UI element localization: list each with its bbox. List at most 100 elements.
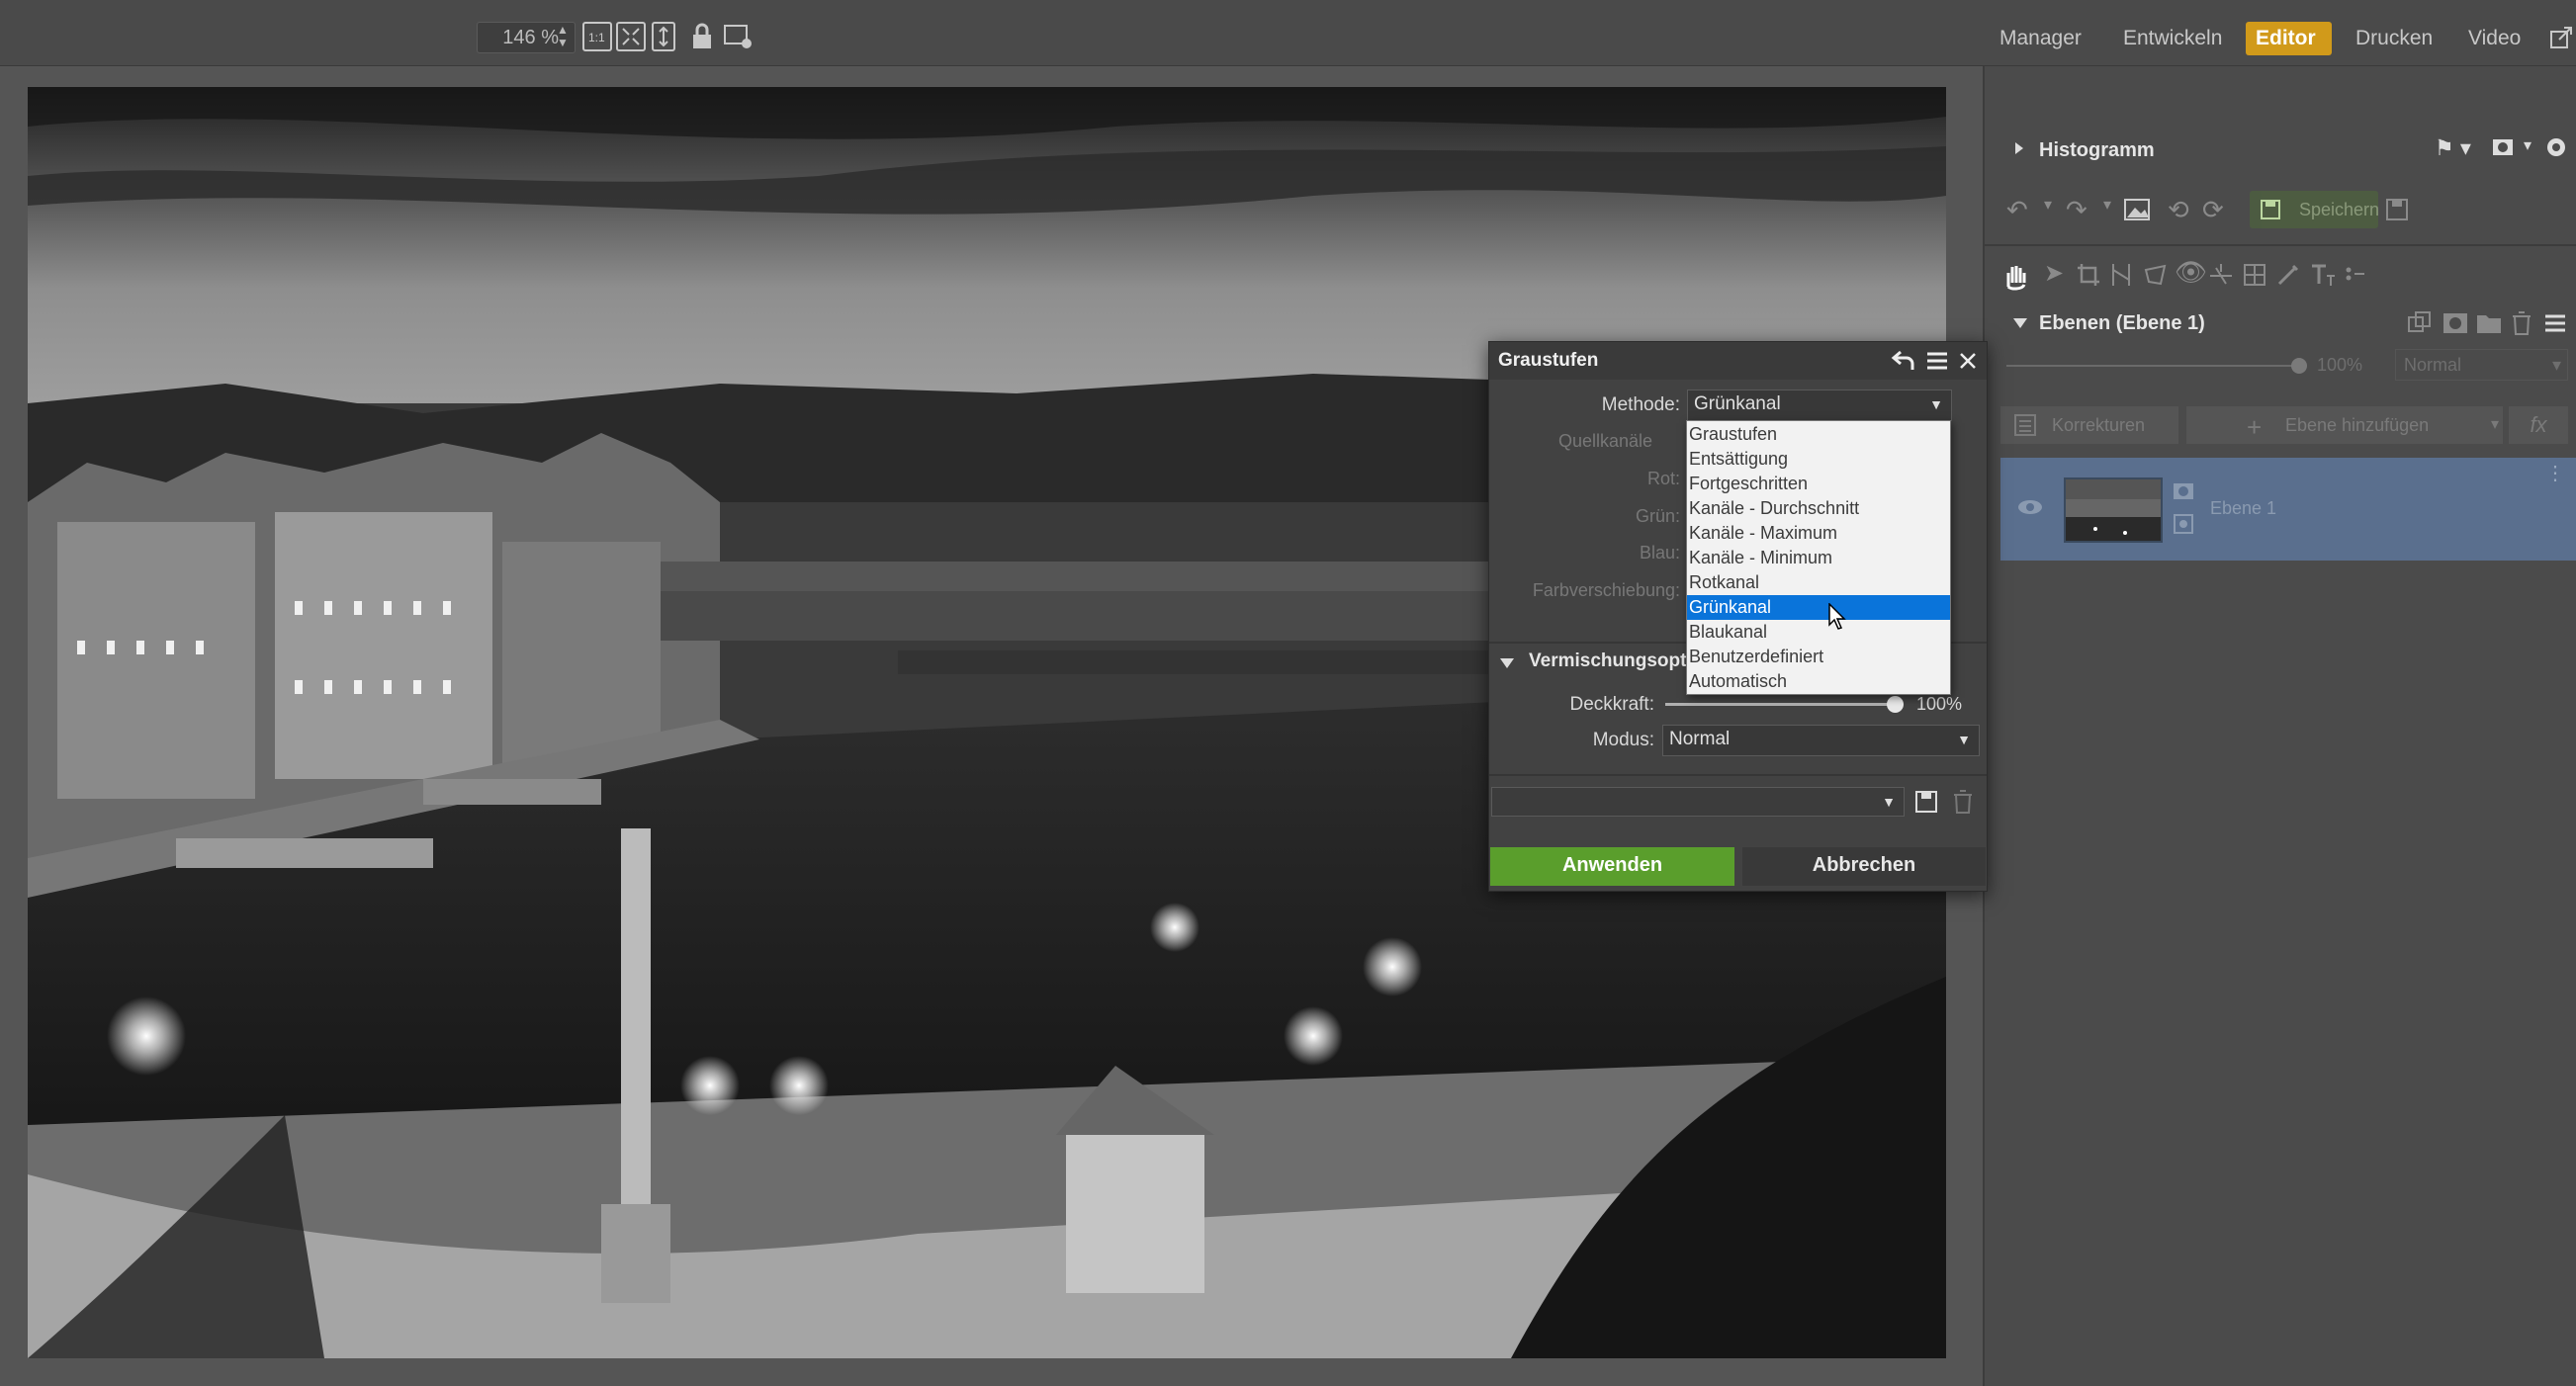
select-tool-icon[interactable]: ➤ <box>2044 259 2064 288</box>
add-layer-button[interactable]: Ebene hinzufügen <box>2186 406 2503 444</box>
layer-more-icon[interactable]: ⋮ <box>2545 464 2565 483</box>
option-automatisch[interactable]: Automatisch <box>1687 669 1950 694</box>
redo-icon[interactable]: ↷ <box>2066 195 2087 225</box>
cancel-button[interactable]: Abbrechen <box>1742 847 1986 886</box>
brush-tool-icon[interactable] <box>2275 262 2301 288</box>
corrections-icon <box>2014 414 2036 436</box>
visibility-eye-icon[interactable] <box>2016 495 2044 519</box>
opacity-slider-handle[interactable] <box>1887 696 1904 713</box>
layer-name[interactable]: Ebene 1 <box>2210 498 2276 519</box>
reset-icon[interactable] <box>1891 348 1916 374</box>
method-select[interactable]: Grünkanal ▼ <box>1687 390 1952 421</box>
fit-height-icon[interactable] <box>652 22 675 51</box>
close-icon[interactable] <box>1957 350 1979 372</box>
option-kanaele-durchschnitt[interactable]: Kanäle - Durchschnitt <box>1687 496 1950 521</box>
option-kanaele-minimum[interactable]: Kanäle - Minimum <box>1687 546 1950 570</box>
option-fortgeschritten[interactable]: Fortgeschritten <box>1687 472 1950 496</box>
layer-effects-icon[interactable] <box>2173 513 2194 535</box>
mode-entwickeln[interactable]: Entwickeln <box>2113 22 2232 55</box>
opacity-label: Deckkraft: <box>1569 694 1654 715</box>
mode-label: Modus: <box>1592 730 1654 750</box>
expand-arrow-icon[interactable] <box>2012 141 2027 156</box>
crop-tool-icon[interactable] <box>2076 262 2101 288</box>
zoom-spinner[interactable]: ▲ ▼ <box>556 24 570 51</box>
dialog-menu-icon[interactable] <box>1926 350 1948 372</box>
histogram-options-icon[interactable]: ⚑ ▾ <box>2435 135 2471 161</box>
chevron-down-icon: ▼ <box>1957 732 1971 747</box>
text-tool-icon[interactable] <box>2309 262 2337 288</box>
source-channels-label: Quellkanäle <box>1557 431 1652 451</box>
option-rotkanal[interactable]: Rotkanal <box>1687 570 1950 595</box>
mode-select[interactable]: Normal ▼ <box>1662 725 1980 756</box>
method-label: Methode: <box>1601 394 1680 415</box>
red-eye-tool-icon[interactable]: 👁 <box>2175 257 2207 288</box>
divider <box>1489 774 1987 776</box>
apply-button[interactable]: Anwenden <box>1490 847 1734 886</box>
hand-tool-icon[interactable] <box>2000 261 2030 291</box>
histogram-title[interactable]: Histogramm <box>2039 139 2155 162</box>
right-panel: Histogramm ⚑ ▾ ▾ ↶ ▾ ↷ ▾ ⟲ ⟳ Speichern ➤… <box>1983 66 2576 1386</box>
mode-manager[interactable]: Manager <box>1990 22 2091 55</box>
mode-video[interactable]: Video <box>2458 22 2531 55</box>
collapse-arrow-icon[interactable] <box>2012 316 2028 330</box>
option-entsaettigung[interactable]: Entsättigung <box>1687 447 1950 472</box>
chevron-down-icon[interactable]: ▾ <box>2491 414 2499 434</box>
option-blaukanal[interactable]: Blaukanal <box>1687 620 1950 645</box>
clone-tool-icon[interactable] <box>2242 262 2267 288</box>
chevron-down-icon: ▾ <box>2551 355 2561 375</box>
chevron-down-icon: ▼ <box>1929 396 1943 412</box>
mode-editor[interactable]: Editor <box>2246 22 2332 55</box>
transform-tool-icon[interactable] <box>2143 262 2169 288</box>
delete-layer-icon[interactable] <box>2511 310 2532 336</box>
view-settings-icon[interactable] <box>723 22 755 51</box>
chevron-down-icon: ▼ <box>1882 794 1896 810</box>
dialog-title: Graustufen <box>1498 350 1599 371</box>
layers-menu-icon[interactable] <box>2544 312 2566 334</box>
layers-title[interactable]: Ebenen (Ebene 1) <box>2039 312 2205 335</box>
save-preset-icon[interactable] <box>1914 790 1938 814</box>
option-benutzerdefiniert[interactable]: Benutzerdefiniert <box>1687 645 1950 669</box>
image-icon[interactable] <box>2123 198 2151 223</box>
chevron-down-icon[interactable]: ▾ <box>2524 135 2532 155</box>
option-graustufen[interactable]: Graustufen <box>1687 422 1950 447</box>
folder-icon[interactable] <box>2476 311 2502 335</box>
method-dropdown-list: Graustufen Entsättigung Fortgeschritten … <box>1686 420 1951 695</box>
external-window-icon[interactable] <box>2549 24 2573 51</box>
redo-menu-icon[interactable]: ▾ <box>2103 195 2111 215</box>
layer-mask-icon[interactable] <box>2173 481 2194 503</box>
layer-blend-mode-select[interactable]: Normal ▾ <box>2395 349 2568 381</box>
rotate-left-icon[interactable]: ⟲ <box>2168 195 2189 225</box>
duplicate-layer-icon[interactable] <box>2407 310 2433 336</box>
opacity-slider[interactable] <box>1665 703 1896 706</box>
layer-opacity-slider[interactable] <box>2006 365 2303 367</box>
mode-drucken[interactable]: Drucken <box>2346 22 2443 55</box>
undo-menu-icon[interactable]: ▾ <box>2044 195 2052 215</box>
rotate-right-icon[interactable]: ⟳ <box>2202 195 2224 225</box>
blue-label: Blau: <box>1639 543 1680 563</box>
actual-size-icon[interactable]: 1:1 <box>582 22 612 51</box>
blend-mode-value: Normal <box>2404 355 2462 375</box>
straighten-tool-icon[interactable] <box>2109 262 2135 288</box>
green-label: Grün: <box>1635 506 1680 526</box>
svg-text:1:1: 1:1 <box>588 31 605 44</box>
divider <box>1985 244 2576 246</box>
more-tools-icon[interactable] <box>2343 262 2368 288</box>
delete-preset-icon[interactable] <box>1952 789 1974 815</box>
top-toolbar: 146 % ▲ ▼ 1:1 Manager Entwickeln Editor D… <box>0 0 2576 66</box>
mask-icon[interactable] <box>2443 311 2468 335</box>
level-tool-icon[interactable] <box>2208 262 2234 288</box>
blend-options-title[interactable]: Vermischungsopti <box>1529 650 1692 672</box>
fx-button[interactable]: fx <box>2509 406 2568 444</box>
fit-screen-icon[interactable] <box>616 22 646 51</box>
save-icon <box>2260 199 2281 220</box>
histogram-display-icon[interactable] <box>2492 137 2516 159</box>
settings-icon[interactable] <box>2544 135 2568 159</box>
save-as-icon[interactable] <box>2385 198 2409 221</box>
collapse-arrow-icon[interactable] <box>1499 656 1515 670</box>
layer-opacity-handle[interactable] <box>2291 358 2307 374</box>
lock-icon[interactable] <box>689 22 715 51</box>
option-kanaele-maximum[interactable]: Kanäle - Maximum <box>1687 521 1950 546</box>
option-gruenkanal[interactable]: Grünkanal <box>1687 595 1950 620</box>
undo-icon[interactable]: ↶ <box>2006 195 2028 225</box>
preset-select[interactable]: ▼ <box>1491 787 1905 817</box>
